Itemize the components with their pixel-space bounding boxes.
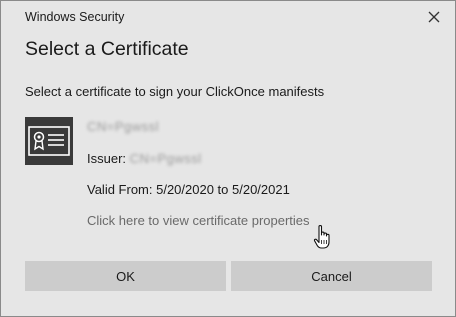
certificate-name: CN=Pgwssl	[87, 119, 160, 134]
ok-button[interactable]: OK	[25, 261, 226, 291]
dialog-instruction: Select a certificate to sign your ClickO…	[25, 84, 325, 99]
cancel-button[interactable]: Cancel	[231, 261, 432, 291]
certificate-icon	[25, 117, 73, 165]
view-certificate-properties-link[interactable]: Click here to view certificate propertie…	[87, 213, 310, 228]
certificate-issuer: Issuer: CN=Pgwssl	[87, 151, 202, 166]
issuer-value: CN=Pgwssl	[129, 151, 202, 166]
hand-pointer-cursor-icon	[313, 224, 335, 250]
title-bar: Windows Security	[1, 1, 455, 31]
certificate-validity: Valid From: 5/20/2020 to 5/20/2021	[87, 182, 290, 197]
close-button[interactable]	[425, 8, 443, 26]
select-certificate-dialog: Windows Security Select a Certificate Se…	[0, 0, 456, 317]
dialog-heading: Select a Certificate	[25, 38, 189, 60]
issuer-label: Issuer:	[87, 151, 130, 166]
window-title: Windows Security	[25, 10, 125, 24]
close-icon	[428, 11, 440, 23]
